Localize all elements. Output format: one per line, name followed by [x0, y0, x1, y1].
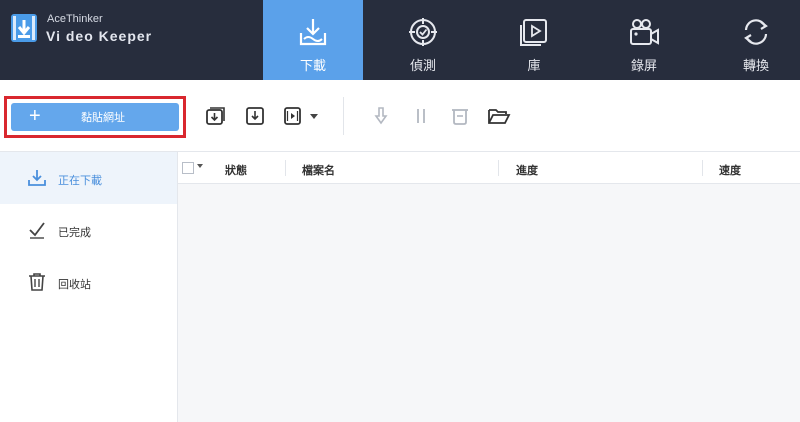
delete-icon [452, 109, 468, 125]
download-list [178, 184, 800, 422]
toolbar-divider [343, 97, 344, 135]
column-divider [285, 160, 286, 176]
download-queue-button[interactable] [203, 104, 227, 128]
plus-icon: + [29, 105, 41, 127]
video-dropdown-button[interactable] [281, 104, 305, 128]
download-icon [246, 107, 264, 125]
select-options-dropdown[interactable] [197, 164, 203, 168]
column-status[interactable]: 狀態 [225, 162, 247, 178]
pause-icon [417, 109, 425, 123]
camera-record-icon [630, 19, 659, 45]
tab-convert[interactable]: 轉換 [706, 0, 800, 80]
target-detect-icon [409, 18, 437, 46]
column-filename[interactable]: 檔案名 [302, 162, 335, 178]
column-progress[interactable]: 進度 [516, 162, 538, 178]
download-tray-icon [299, 19, 327, 46]
recycle-bin-icon [29, 273, 45, 291]
column-divider [702, 160, 703, 176]
open-folder-icon [488, 109, 511, 124]
paste-url-label: 黏貼網址 [81, 112, 125, 124]
column-divider [498, 160, 499, 176]
paste-url-button[interactable]: + 黏貼網址 [11, 103, 179, 131]
completed-check-icon [29, 222, 45, 239]
sidebar-item-completed[interactable]: 已完成 [0, 204, 177, 256]
convert-cycle-icon [744, 19, 768, 45]
sidebar-item-label: 已完成 [58, 227, 91, 239]
tab-convert-label: 轉換 [742, 58, 769, 73]
download-button[interactable] [243, 104, 267, 128]
tab-detect-label: 偵測 [409, 58, 436, 73]
app-logo-icon [11, 14, 37, 42]
sidebar-item-label: 回收站 [58, 279, 91, 291]
tab-library-label: 庫 [527, 58, 541, 73]
select-all-checkbox[interactable] [182, 162, 194, 174]
title-bar: AceThinker Vi deo Keeper 下載 偵測 庫 錄屏 轉換 [0, 0, 800, 80]
video-library-icon [520, 19, 547, 46]
tab-download[interactable]: 下載 [263, 0, 363, 80]
sidebar-item-recycle-bin[interactable]: 回收站 [0, 256, 177, 308]
column-speed[interactable]: 速度 [719, 162, 741, 178]
tab-download-label: 下載 [299, 58, 326, 73]
chevron-down-icon[interactable] [310, 114, 318, 119]
open-folder-button[interactable] [487, 104, 511, 128]
sidebar: 正在下載 已完成 回收站 [0, 152, 178, 422]
start-download-icon [374, 107, 388, 125]
tab-detect[interactable]: 偵測 [373, 0, 473, 80]
table-header: 狀態 檔案名 進度 速度 [178, 152, 800, 184]
product-name: Vi deo Keeper [46, 28, 153, 44]
tab-library[interactable]: 庫 [484, 0, 584, 80]
downloading-icon [28, 170, 46, 186]
download-queue-icon [206, 107, 225, 125]
brand-name: AceThinker [47, 13, 103, 25]
video-dropdown-icon [284, 107, 301, 125]
tab-record[interactable]: 錄屏 [594, 0, 694, 80]
tab-record-label: 錄屏 [630, 58, 657, 73]
delete-button[interactable] [448, 104, 472, 128]
start-download-button[interactable] [369, 104, 393, 128]
sidebar-item-label: 正在下載 [58, 175, 102, 187]
pause-button[interactable] [409, 104, 433, 128]
sidebar-item-downloading[interactable]: 正在下載 [0, 152, 177, 204]
